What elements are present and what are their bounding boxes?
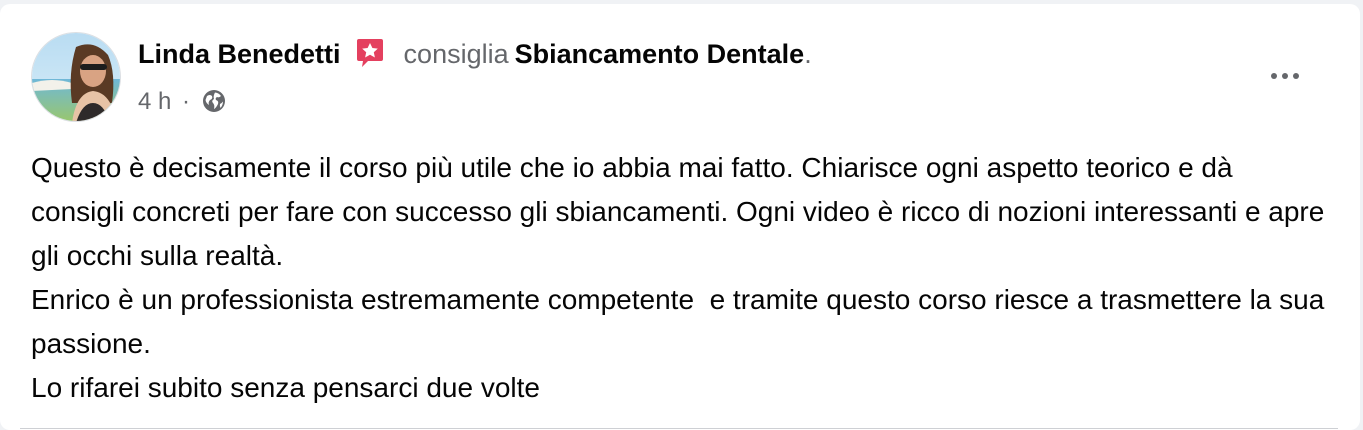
- avatar-photo: [32, 33, 120, 121]
- post-card: Linda Benedetti consiglia Sbiancamento De…: [0, 4, 1360, 430]
- post-text: Questo è decisamente il corso più utile …: [31, 146, 1331, 410]
- meta-separator: ·: [182, 88, 191, 115]
- avatar[interactable]: [31, 32, 121, 122]
- recommend-star-icon: [354, 37, 386, 69]
- more-dot: [1282, 73, 1288, 79]
- recommend-verb: consiglia: [403, 39, 509, 69]
- globe-icon[interactable]: [201, 88, 227, 114]
- post-timestamp[interactable]: 4 h: [138, 88, 171, 115]
- more-dot: [1293, 73, 1299, 79]
- more-options-icon[interactable]: [1260, 59, 1310, 93]
- post-paragraph: Lo rifarei subito senza pensarci due vol…: [31, 372, 540, 403]
- post-header: Linda Benedetti consiglia Sbiancamento De…: [138, 36, 812, 72]
- header-period: .: [804, 39, 812, 69]
- more-dot: [1271, 73, 1277, 79]
- post-meta: 4 h ·: [138, 86, 227, 118]
- post-paragraph: Enrico è un professionista estremamente …: [31, 284, 1333, 359]
- divider: [20, 428, 1338, 429]
- page-name-link[interactable]: Sbiancamento Dentale: [515, 39, 805, 69]
- post-paragraph: Questo è decisamente il corso più utile …: [31, 152, 1333, 271]
- author-name[interactable]: Linda Benedetti: [138, 39, 341, 69]
